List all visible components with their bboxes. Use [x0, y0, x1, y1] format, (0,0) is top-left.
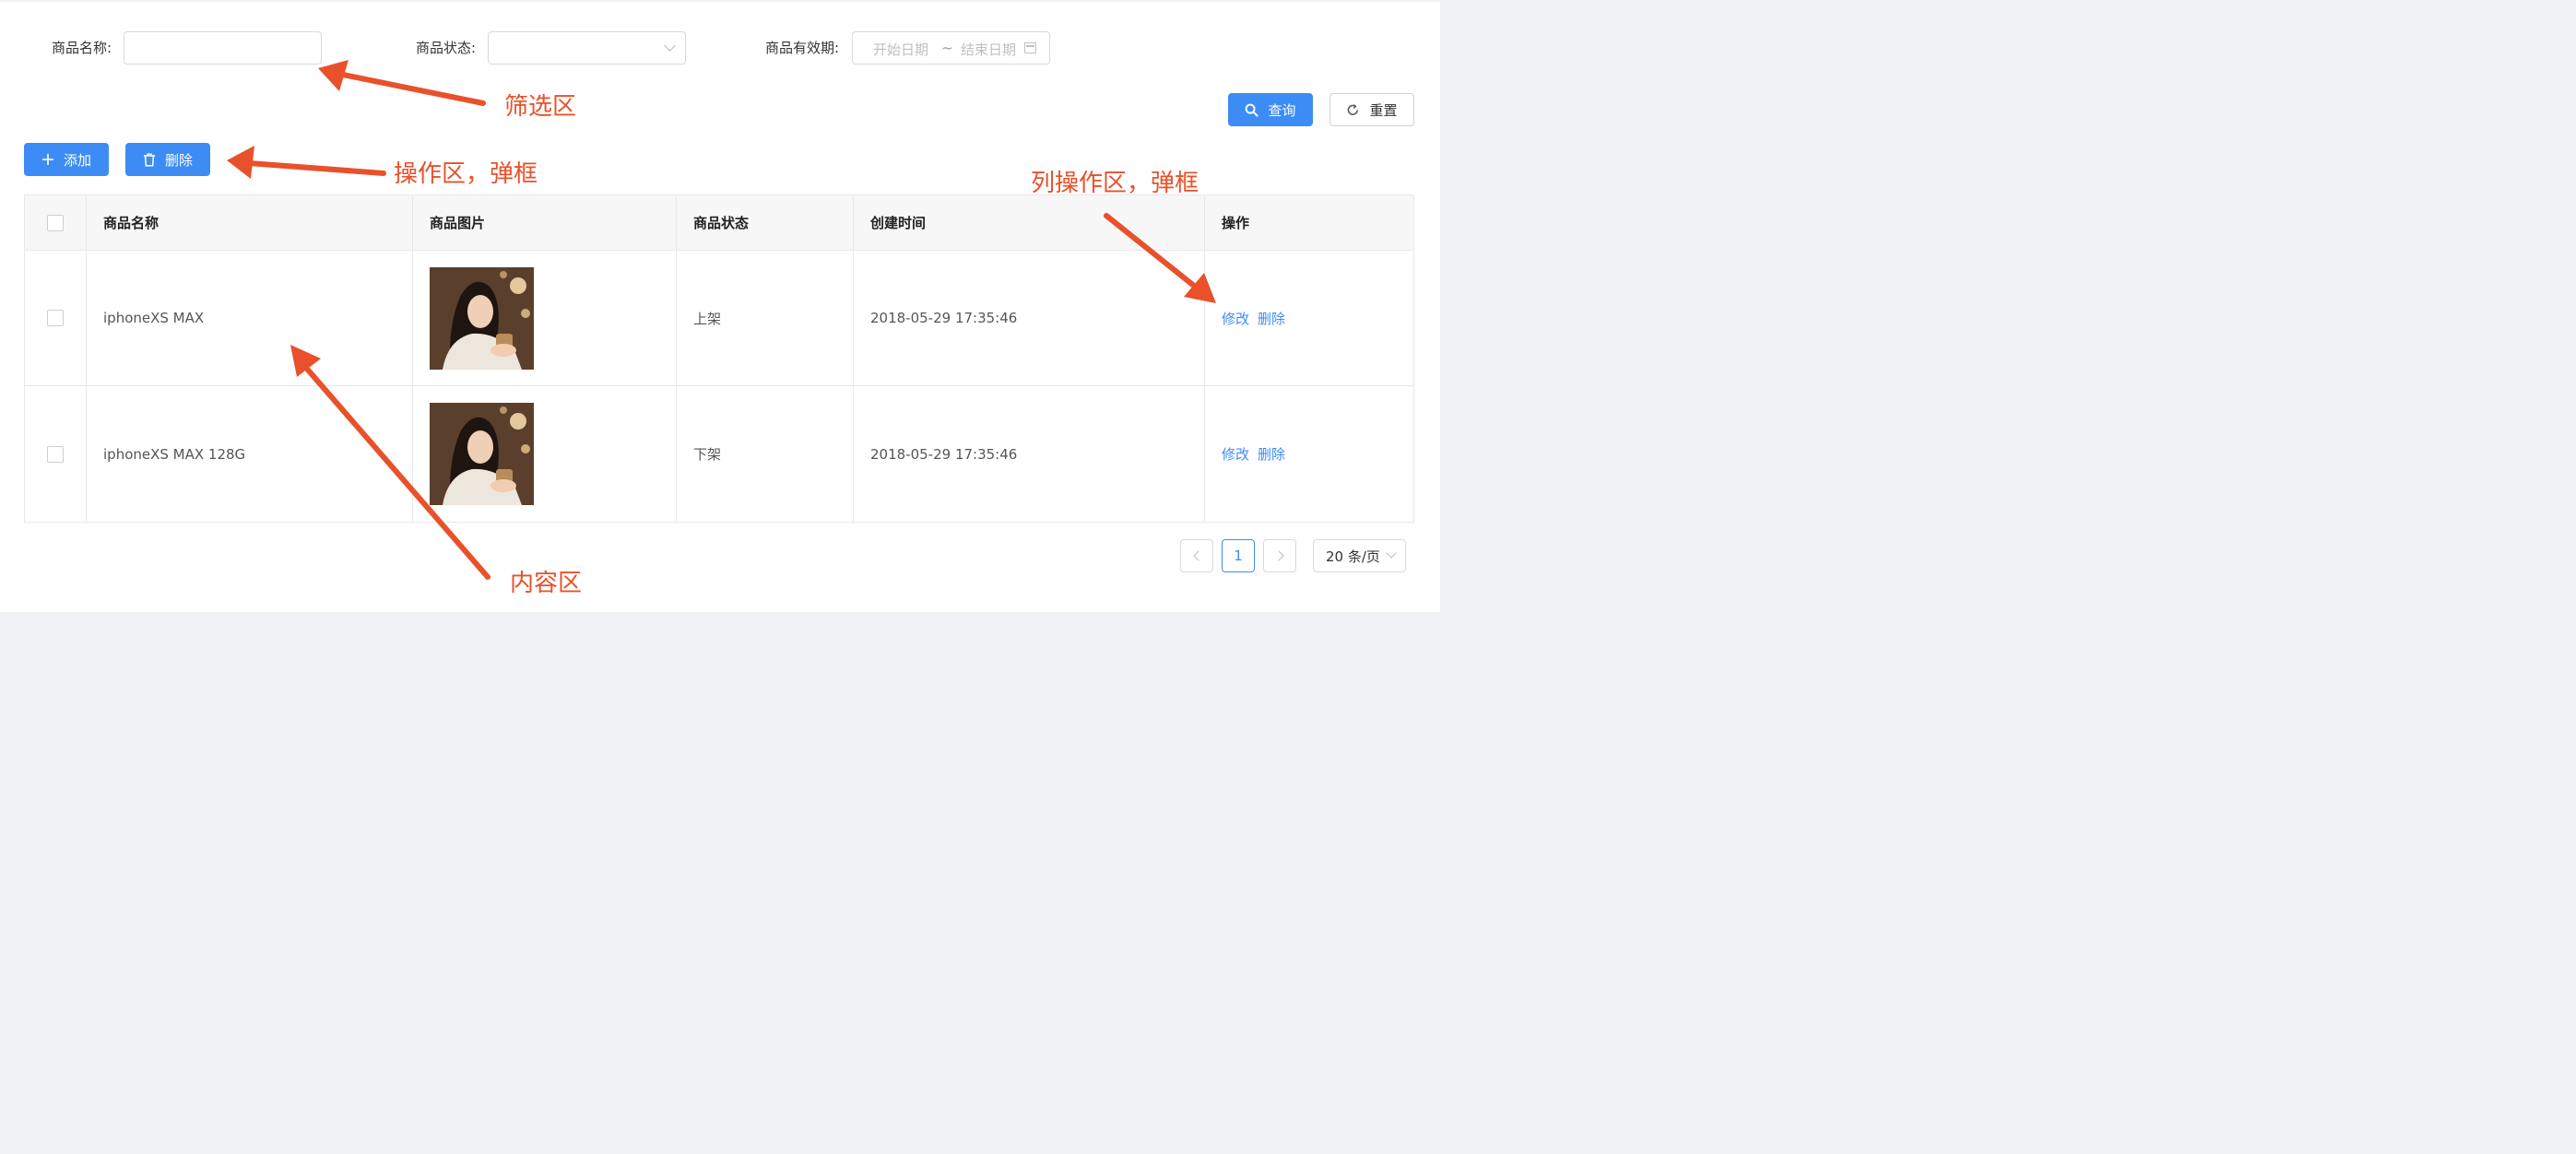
annotation-action-area: 操作区，弹框	[394, 160, 538, 188]
batch-delete-button-label: 删除	[164, 151, 193, 169]
product-image	[430, 403, 534, 505]
batch-delete-button[interactable]: 删除	[125, 143, 210, 176]
search-icon	[1246, 103, 1259, 117]
product-name-cell: iphoneXS MAX	[87, 251, 413, 385]
date-range-picker[interactable]: 开始日期 ~ 结束日期	[852, 31, 1050, 65]
table-row: iphoneXS MAX 128G 下架 2018-05-29 17:35:46…	[25, 386, 1413, 522]
delete-link[interactable]: 删除	[1258, 309, 1285, 328]
product-name-label: 商品名称:	[52, 40, 112, 56]
chevron-down-icon	[664, 40, 676, 52]
query-button[interactable]: 查询	[1228, 93, 1313, 126]
select-all-checkbox[interactable]	[47, 214, 64, 231]
reload-icon	[1348, 103, 1359, 115]
annotation-column-action-area: 列操作区，弹框	[1031, 170, 1199, 197]
annotation-filter-area: 筛选区	[504, 93, 577, 121]
row-checkbox[interactable]	[47, 445, 64, 463]
reset-button-label: 重置	[1369, 101, 1398, 119]
created-time-cell: 2018-05-29 17:35:46	[854, 251, 1205, 385]
trash-icon	[143, 153, 155, 167]
column-header-created: 创建时间	[854, 195, 1205, 250]
start-date-placeholder: 开始日期	[873, 41, 929, 58]
chevron-right-icon	[1272, 550, 1284, 561]
product-validity-label: 商品有效期:	[765, 40, 840, 56]
product-name-cell: iphoneXS MAX 128G	[87, 386, 413, 522]
chevron-left-icon	[1192, 550, 1204, 561]
end-date-placeholder: 结束日期	[961, 41, 1017, 58]
main-panel: 商品名称: 商品状态: 商品有效期: 开始日期 ~ 结束日期 查询 重置 添加 …	[0, 2, 1440, 612]
column-header-image: 商品图片	[413, 195, 677, 250]
page-size-select[interactable]: 20 条/页	[1313, 539, 1406, 572]
product-status-label: 商品状态:	[416, 40, 477, 56]
annotation-content-area: 内容区	[510, 570, 583, 597]
product-name-input[interactable]	[124, 31, 322, 65]
column-header-status: 商品状态	[677, 195, 854, 250]
calendar-icon	[1024, 42, 1036, 53]
product-status-cell: 下架	[677, 386, 854, 522]
edit-link[interactable]: 修改	[1222, 444, 1249, 464]
chevron-down-icon	[1386, 548, 1397, 559]
reset-button[interactable]: 重置	[1329, 93, 1414, 126]
plus-icon	[41, 154, 53, 165]
add-button[interactable]: 添加	[24, 143, 109, 176]
add-button-label: 添加	[63, 151, 91, 169]
table-row: iphoneXS MAX 上架 2018-05-29 17:35:46 修改 删…	[25, 251, 1413, 386]
row-checkbox[interactable]	[47, 310, 64, 326]
product-status-cell: 上架	[677, 251, 854, 385]
page-size-value: 20 条/页	[1326, 548, 1380, 565]
edit-link[interactable]: 修改	[1222, 309, 1249, 328]
prev-page-button[interactable]	[1180, 539, 1213, 572]
delete-link[interactable]: 删除	[1258, 444, 1285, 464]
column-header-name: 商品名称	[87, 195, 413, 250]
product-status-select[interactable]	[488, 31, 686, 65]
query-button-label: 查询	[1268, 101, 1296, 119]
product-image	[430, 266, 534, 370]
table-header: 商品名称 商品图片 商品状态 创建时间 操作	[25, 195, 1413, 251]
range-separator: ~	[941, 40, 953, 56]
next-page-button[interactable]	[1263, 539, 1296, 572]
product-table: 商品名称 商品图片 商品状态 创建时间 操作 iphoneXS MAX 上架 2…	[24, 194, 1414, 523]
page-1-button[interactable]: 1	[1222, 539, 1255, 572]
created-time-cell: 2018-05-29 17:35:46	[854, 386, 1205, 522]
column-header-actions: 操作	[1222, 215, 1250, 231]
